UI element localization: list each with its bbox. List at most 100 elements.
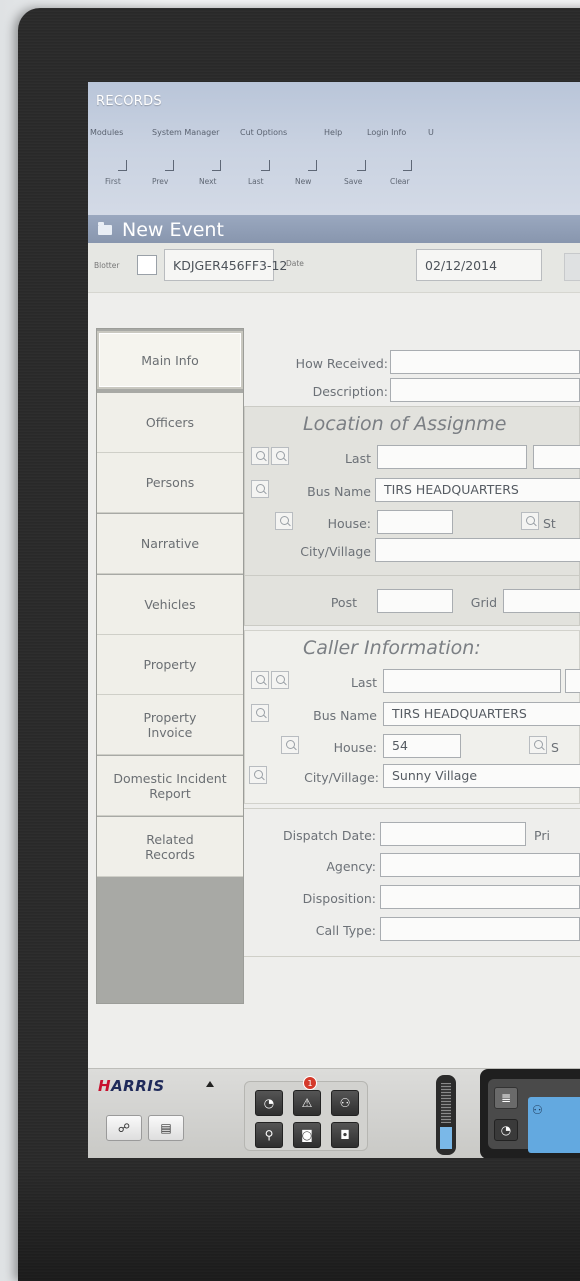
expand-up-icon[interactable] [206, 1081, 214, 1087]
tab-persons[interactable]: Persons [97, 453, 243, 513]
gauge-scale [441, 1083, 451, 1123]
clear-button[interactable]: Clear [390, 160, 424, 196]
search-icon[interactable] [271, 447, 289, 465]
search-icon[interactable] [251, 671, 269, 689]
date-spinner[interactable] [564, 253, 580, 281]
handshake-button[interactable]: ☍ [106, 1115, 142, 1141]
new-button[interactable]: New [295, 160, 329, 196]
date-field[interactable]: 02/12/2014 [416, 249, 542, 281]
clock-icon: ◔ [263, 1096, 275, 1110]
caller-last-label: Last [350, 675, 377, 690]
caller-last-input[interactable] [383, 669, 561, 693]
last-button[interactable]: Last [248, 160, 282, 196]
call-type-input[interactable] [380, 917, 580, 941]
disposition-label: Disposition: [302, 891, 376, 906]
last-icon [260, 160, 270, 171]
camera-icon: ◘ [340, 1128, 350, 1142]
caller-bus-name-label: Bus Name [313, 708, 377, 723]
search-icon[interactable] [249, 766, 267, 784]
tab-property-invoice[interactable]: Property Invoice [97, 695, 243, 755]
dock-button-group: ◔ ⚠ 1 ⚇ ⚲ ◙ ◘ [244, 1076, 368, 1151]
record-id-field[interactable]: KDJGER456FF3-12 [164, 249, 287, 281]
save-button[interactable]: Save [344, 160, 378, 196]
caller-house-input[interactable]: 54 [383, 734, 461, 758]
location-section: Location of Assignme Last Bus Name TIRS … [244, 406, 580, 576]
search-icon[interactable] [251, 447, 269, 465]
tab-main-info[interactable]: Main Info [97, 331, 243, 389]
caller-bus-name-input[interactable]: TIRS HEADQUARTERS [383, 702, 580, 726]
menu-modules[interactable]: Modules [90, 128, 123, 137]
clock-button[interactable]: ◔ [255, 1090, 283, 1116]
next-icon [211, 160, 221, 171]
location-city-input[interactable] [375, 538, 580, 562]
caller-section: Caller Information: Last Bus Name TIRS H… [244, 630, 580, 804]
camera-button[interactable]: ◘ [331, 1122, 359, 1148]
first-button[interactable]: First [105, 160, 139, 196]
clock-small-button[interactable]: ◔ [494, 1119, 518, 1141]
users-button[interactable]: ⚇ [331, 1090, 359, 1116]
tab-property[interactable]: Property [97, 635, 243, 695]
list-icon: ≣ [500, 1091, 512, 1105]
alert-icon: ⚠ [301, 1096, 313, 1110]
tab-vehicles[interactable]: Vehicles [97, 575, 243, 635]
main-info-form: How Received: Description: Location of A… [244, 328, 580, 1004]
caller-first-input[interactable] [565, 669, 580, 693]
list-button[interactable]: ≣ [494, 1087, 518, 1109]
caller-city-input[interactable]: Sunny Village [383, 764, 580, 788]
disposition-input[interactable] [380, 885, 580, 909]
clear-icon [402, 160, 412, 171]
gauge-fill [440, 1127, 452, 1149]
menu-u[interactable]: U [428, 128, 434, 137]
folder-icon [98, 222, 112, 235]
search-icon[interactable] [271, 671, 289, 689]
post-input[interactable] [377, 589, 453, 613]
blotter-checkbox[interactable] [137, 255, 157, 275]
location-city-label: City/Village [300, 544, 371, 559]
search-icon[interactable] [251, 704, 269, 722]
user-panel-button[interactable]: ⚇ [528, 1097, 580, 1153]
new-icon [307, 160, 317, 171]
screen: RECORDS Modules System Manager Cut Optio… [88, 82, 580, 1158]
menu-help[interactable]: Help [324, 128, 342, 137]
search-icon[interactable] [529, 736, 547, 754]
clipboard-button[interactable]: ▤ [148, 1115, 184, 1141]
menu-login-info[interactable]: Login Info [367, 128, 406, 137]
brand-text: ARRIS [111, 1077, 165, 1095]
location-bus-name-input[interactable]: TIRS HEADQUARTERS [375, 478, 580, 502]
next-label: Next [199, 177, 217, 186]
dispatch-date-label: Dispatch Date: [283, 828, 376, 843]
toolbar: First Prev Next Last New Save Clear [88, 160, 580, 200]
last-label: Last [248, 177, 264, 186]
volume-gauge[interactable] [436, 1075, 456, 1155]
tab-related-records[interactable]: Related Records [97, 817, 243, 877]
bottom-dock: HARRIS ☍ ▤ ◔ ⚠ 1 ⚇ ⚲ ◙ ◘ ≣ ◔ ⚇ [88, 1068, 580, 1158]
description-input[interactable] [390, 378, 580, 402]
location-first-input[interactable] [533, 445, 580, 469]
record-button[interactable]: ◙ [293, 1122, 321, 1148]
side-panel: ≣ ◔ ⚇ [480, 1069, 580, 1158]
dispatch-date-input[interactable] [380, 822, 526, 846]
clock-icon: ◔ [500, 1123, 512, 1137]
share-button[interactable]: ⚲ [255, 1122, 283, 1148]
search-icon[interactable] [521, 512, 539, 530]
grid-input[interactable] [503, 589, 580, 613]
handshake-icon: ☍ [117, 1121, 131, 1135]
location-house-input[interactable] [377, 510, 453, 534]
tab-narrative[interactable]: Narrative [97, 514, 243, 574]
prev-button[interactable]: Prev [152, 160, 186, 196]
search-icon[interactable] [251, 480, 269, 498]
agency-input[interactable] [380, 853, 580, 877]
users-icon: ⚇ [339, 1096, 351, 1110]
agency-label: Agency: [326, 859, 376, 874]
tab-domestic-incident-report[interactable]: Domestic Incident Report [97, 756, 243, 816]
menu-cut-options[interactable]: Cut Options [240, 128, 287, 137]
alert-button[interactable]: ⚠ [293, 1090, 321, 1116]
divider [244, 956, 580, 957]
clipboard-icon: ▤ [160, 1121, 172, 1135]
next-button[interactable]: Next [199, 160, 233, 196]
tab-officers[interactable]: Officers [97, 393, 243, 453]
location-last-input[interactable] [377, 445, 527, 469]
menu-system-manager[interactable]: System Manager [152, 128, 219, 137]
first-label: First [105, 177, 121, 186]
how-received-input[interactable] [390, 350, 580, 374]
